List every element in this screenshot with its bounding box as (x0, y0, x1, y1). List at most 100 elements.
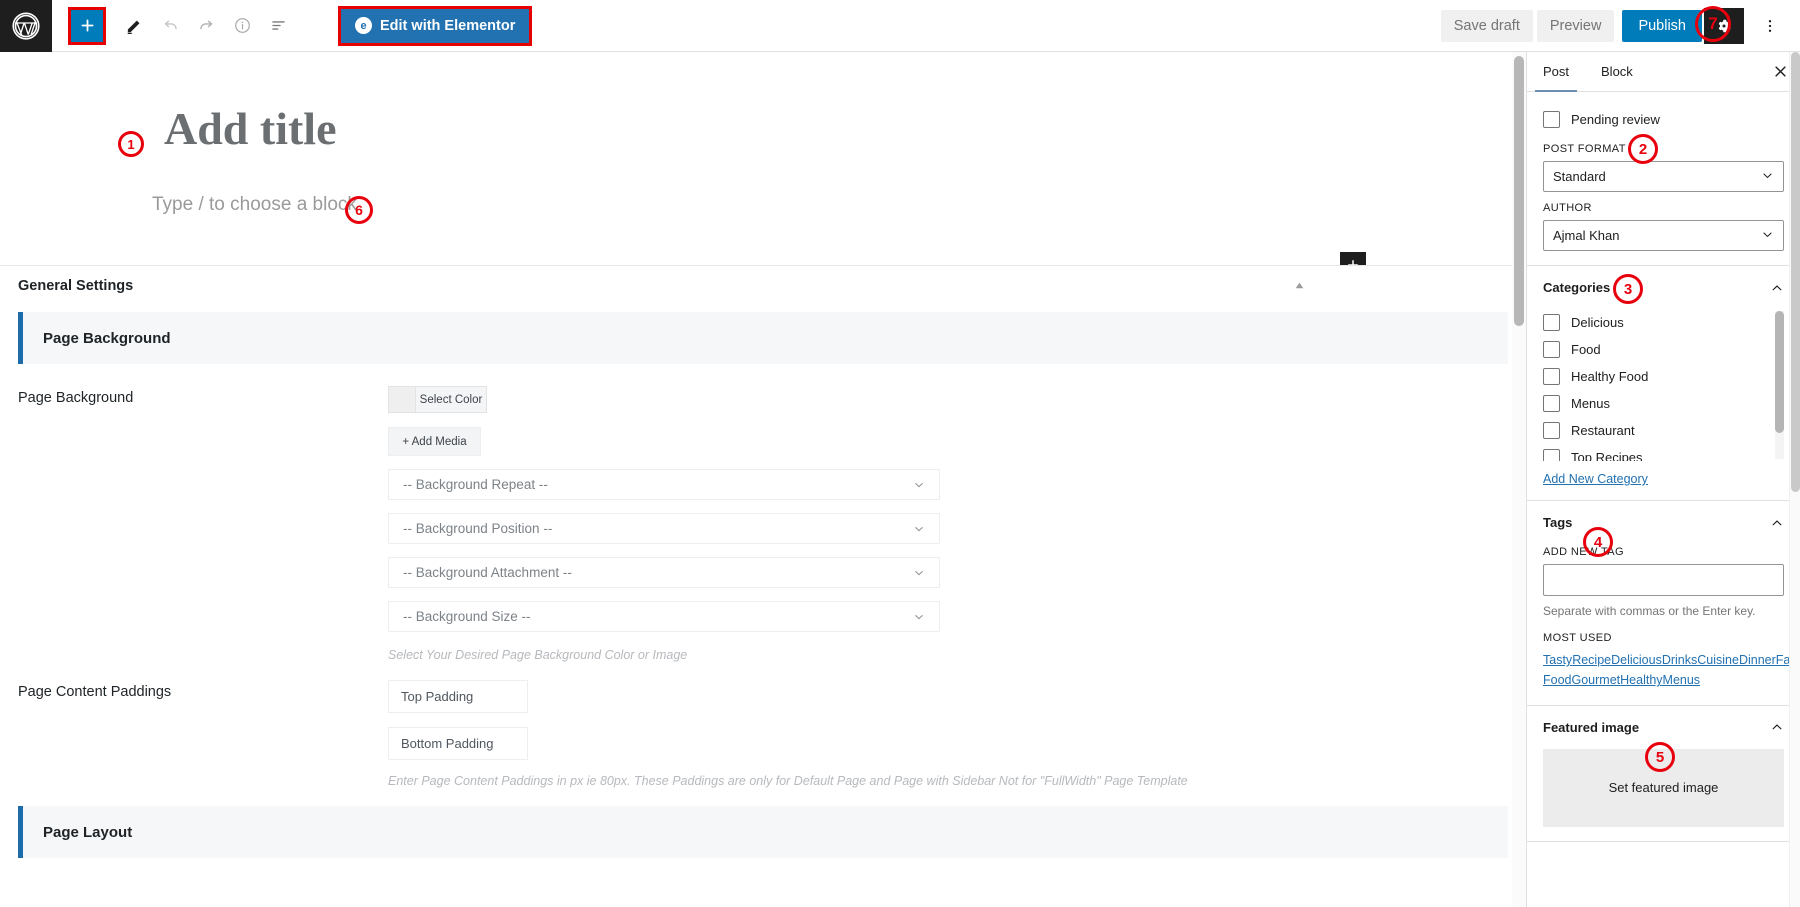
background-attachment-select[interactable]: -- Background Attachment -- (388, 557, 940, 588)
field-page-background: Page Background Select Color + Add Media… (0, 386, 1526, 662)
categories-list: Delicious Food Healthy Food Menus Restau… (1543, 309, 1784, 461)
category-label: Restaurant (1571, 423, 1635, 438)
page-content-paddings-label: Page Content Paddings (18, 684, 172, 700)
author-label: AUTHOR (1543, 202, 1592, 214)
default-block-appender[interactable]: Type / to choose a block (152, 194, 357, 216)
tab-post[interactable]: Post (1527, 52, 1585, 92)
chevron-up-icon[interactable] (1770, 720, 1784, 734)
featured-image-panel-header[interactable]: Featured image (1527, 706, 1800, 749)
post-title-input[interactable]: Add title (164, 102, 337, 155)
chevron-down-icon (913, 523, 925, 535)
top-bar-actions: Save draft Preview Publish (1440, 7, 1800, 44)
edit-with-elementor-label: Edit with Elementor (380, 17, 516, 34)
chevron-up-icon[interactable] (1770, 281, 1784, 295)
paddings-helper-note: Enter Page Content Paddings in px ie 80p… (388, 774, 1188, 788)
gear-icon[interactable] (1704, 7, 1744, 44)
editor-top-bar: e Edit with Elementor Save draft Preview… (0, 0, 1800, 52)
most-used-tag[interactable]: Gourmet (1572, 673, 1621, 687)
category-checkbox[interactable] (1543, 341, 1560, 358)
undo-icon[interactable] (152, 8, 188, 44)
tab-block[interactable]: Block (1585, 52, 1649, 91)
author-value: Ajmal Khan (1553, 228, 1620, 243)
category-label: Healthy Food (1571, 369, 1649, 384)
add-new-tag-input[interactable] (1543, 564, 1784, 596)
post-settings-sidebar: Post Block Pending review POST FORMAT St… (1526, 52, 1800, 907)
details-info-icon[interactable] (224, 8, 260, 44)
edit-tool-icon[interactable] (116, 8, 152, 44)
most-used-tag[interactable]: Recipe (1572, 653, 1611, 667)
most-used-tag[interactable]: Delicious (1611, 653, 1662, 667)
category-item[interactable]: Delicious (1543, 309, 1770, 336)
section-page-background: Page Background (18, 312, 1508, 364)
sidebar-scrollbar-thumb[interactable] (1791, 52, 1800, 492)
category-checkbox[interactable] (1543, 422, 1560, 439)
set-featured-image-button[interactable]: Set featured image (1543, 748, 1784, 827)
most-used-tag[interactable]: Drinks (1662, 653, 1697, 667)
author-select[interactable]: Ajmal Khan (1543, 220, 1784, 251)
category-label: Top Recipes (1571, 450, 1643, 461)
redo-icon[interactable] (188, 8, 224, 44)
tags-panel: Tags ADD NEW TAG Separate with commas or… (1527, 501, 1800, 706)
most-used-tag[interactable]: Tasty (1543, 653, 1572, 667)
background-repeat-select[interactable]: -- Background Repeat -- (388, 469, 940, 500)
select-color-button[interactable]: Select Color (416, 386, 487, 413)
pending-review-checkbox[interactable] (1543, 111, 1560, 128)
editor-canvas: Add title Type / to choose a block Gener… (0, 52, 1526, 907)
category-label: Delicious (1571, 315, 1624, 330)
category-checkbox[interactable] (1543, 314, 1560, 331)
category-checkbox[interactable] (1543, 395, 1560, 412)
category-item[interactable]: Menus (1543, 390, 1770, 417)
sidebar-tab-bar: Post Block (1527, 52, 1800, 92)
chevron-down-icon (913, 611, 925, 623)
category-item[interactable]: Healthy Food (1543, 363, 1770, 390)
sidebar-scrollbar[interactable] (1789, 52, 1800, 907)
featured-image-panel: Featured image Set featured image (1527, 706, 1800, 842)
add-media-button[interactable]: + Add Media (388, 427, 481, 456)
category-item[interactable]: Top Recipes (1543, 444, 1770, 461)
canvas-scrollbar-thumb[interactable] (1514, 56, 1524, 326)
tags-panel-header[interactable]: Tags (1527, 501, 1800, 544)
categories-scrollbar-thumb[interactable] (1775, 311, 1784, 433)
metabox-title: General Settings (18, 278, 134, 294)
save-draft-button[interactable]: Save draft (1440, 9, 1533, 42)
color-picker-group: Select Color (388, 386, 487, 413)
category-checkbox[interactable] (1543, 368, 1560, 385)
edit-with-elementor-button[interactable]: e Edit with Elementor (341, 8, 530, 43)
edit-with-elementor-highlight: e Edit with Elementor (338, 5, 533, 46)
metabox-header: General Settings (0, 266, 1526, 306)
background-position-select[interactable]: -- Background Position -- (388, 513, 940, 544)
most-used-tags-list: TastyRecipeDeliciousDrinksCuisineDinnerF… (1543, 650, 1800, 691)
category-item[interactable]: Restaurant (1543, 417, 1770, 444)
category-item[interactable]: Food (1543, 336, 1770, 363)
post-format-select[interactable]: Standard (1543, 161, 1784, 192)
add-block-button[interactable] (71, 9, 103, 42)
elementor-logo-icon: e (355, 17, 372, 34)
more-options-icon[interactable] (1752, 8, 1788, 44)
canvas-scrollbar[interactable] (1512, 52, 1526, 907)
most-used-tag[interactable]: Menus (1663, 673, 1701, 687)
most-used-tag[interactable]: Dinner (1739, 653, 1776, 667)
most-used-label: MOST USED (1543, 632, 1612, 644)
add-new-tag-label: ADD NEW TAG (1543, 546, 1624, 558)
most-used-tag[interactable]: Healthy (1620, 673, 1662, 687)
chevron-down-icon (913, 567, 925, 579)
preview-button[interactable]: Preview (1536, 9, 1615, 42)
list-view-icon[interactable] (260, 8, 296, 44)
background-helper-note: Select Your Desired Page Background Colo… (388, 648, 688, 662)
bottom-padding-input[interactable] (388, 727, 528, 760)
categories-scrollbar[interactable] (1775, 311, 1784, 459)
wordpress-logo-icon[interactable] (0, 0, 52, 52)
add-new-category-link[interactable]: Add New Category (1543, 472, 1648, 486)
chevron-up-icon[interactable] (1770, 516, 1784, 530)
most-used-tag[interactable]: Cuisine (1697, 653, 1739, 667)
field-page-content-paddings: Page Content Paddings Enter Page Content… (0, 680, 1526, 788)
background-size-value: -- Background Size -- (403, 609, 531, 624)
category-checkbox[interactable] (1543, 449, 1560, 461)
background-size-select[interactable]: -- Background Size -- (388, 601, 940, 632)
collapse-triangle-icon[interactable] (1294, 278, 1308, 292)
publish-button[interactable]: Publish (1622, 9, 1702, 42)
pending-review-row[interactable]: Pending review (1543, 106, 1784, 133)
color-swatch[interactable] (388, 386, 416, 413)
categories-panel-header[interactable]: Categories (1527, 266, 1800, 309)
top-padding-input[interactable] (388, 680, 528, 713)
